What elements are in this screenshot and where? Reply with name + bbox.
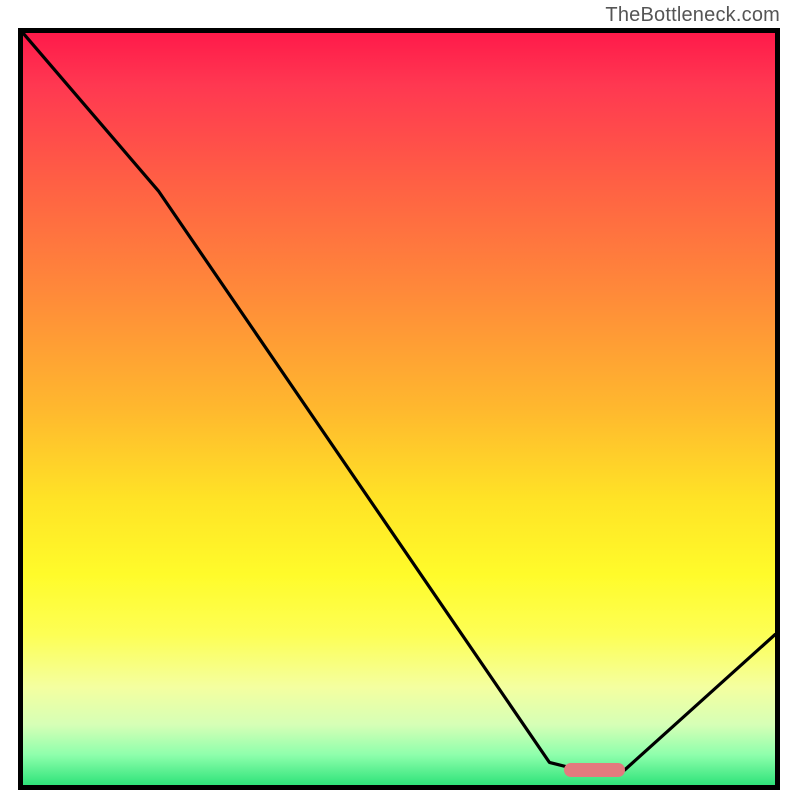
chart-plot-area <box>18 28 780 790</box>
watermark-text: TheBottleneck.com <box>605 4 780 27</box>
bottleneck-curve <box>23 33 775 785</box>
optimal-range-marker <box>564 763 624 777</box>
